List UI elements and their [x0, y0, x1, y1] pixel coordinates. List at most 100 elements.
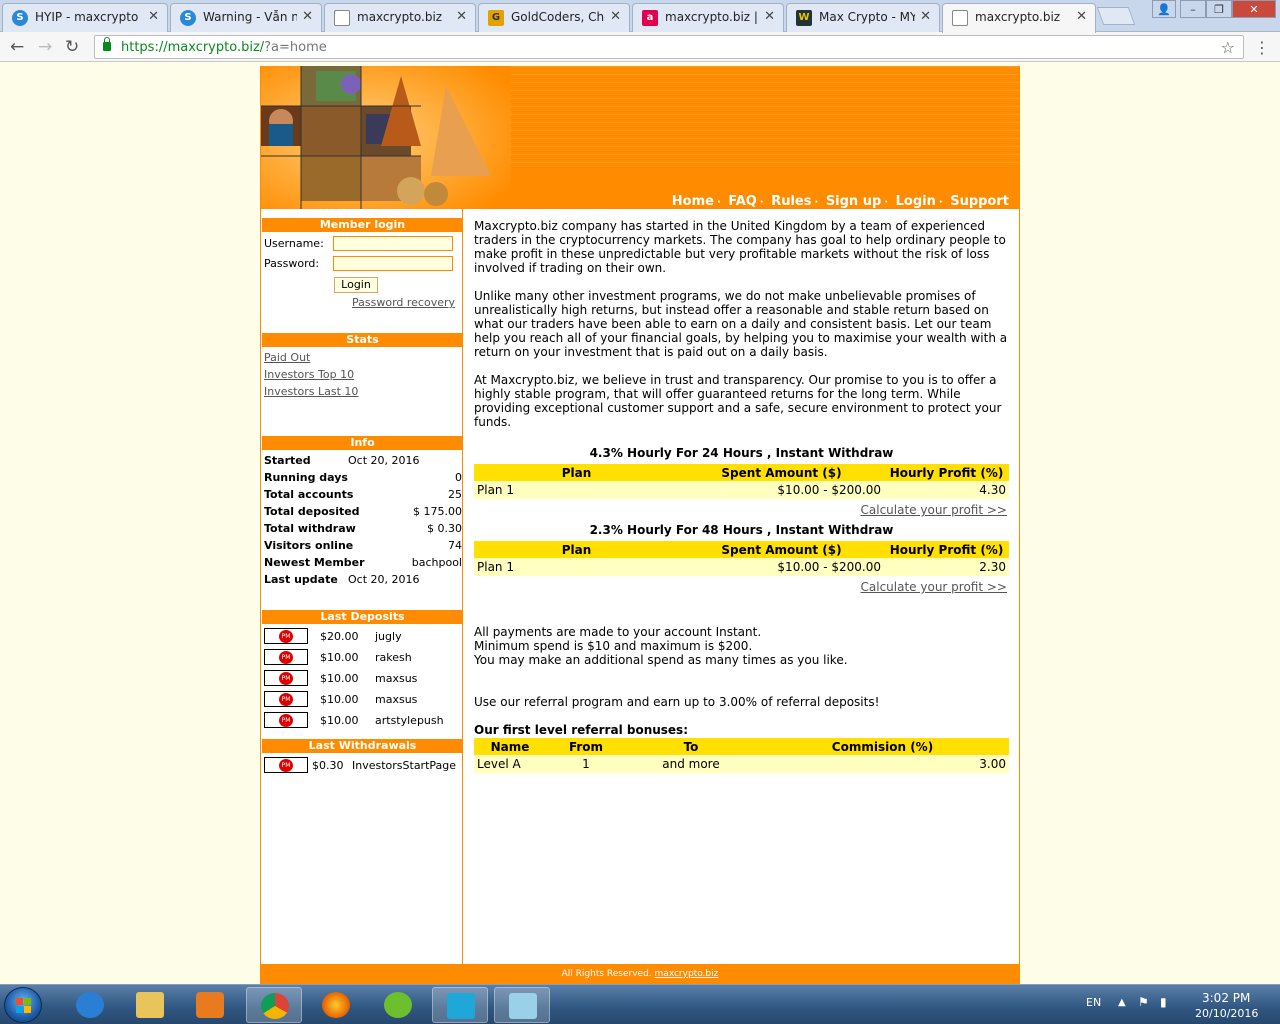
taskbar-kodi[interactable]: [432, 987, 488, 1023]
password-label: Password:: [264, 257, 320, 270]
start-button[interactable]: [4, 987, 42, 1023]
close-icon[interactable]: ✕: [610, 9, 621, 24]
table-row: Plan 1 $10.00 - $200.00 4.30: [474, 481, 1009, 499]
deposit-row: PM $10.00 maxsus: [264, 691, 462, 709]
password-input[interactable]: [333, 256, 453, 271]
notepad-icon: [509, 993, 537, 1019]
tab-title: Max Crypto - MYI: [819, 10, 915, 24]
w-icon: W: [796, 10, 812, 26]
login-button[interactable]: Login: [334, 277, 378, 293]
username-input[interactable]: [333, 236, 453, 251]
taskbar-app[interactable]: [370, 987, 426, 1023]
perfect-money-icon: PM: [264, 691, 308, 707]
taskbar-firefox[interactable]: [308, 987, 364, 1023]
reload-icon[interactable]: ↻: [65, 37, 79, 57]
page-icon: [952, 10, 968, 26]
taskbar-notepad[interactable]: [494, 987, 550, 1023]
intro-paragraph-1: Maxcrypto.biz company has started in the…: [474, 219, 1006, 275]
clock-date[interactable]: 20/10/2016: [1195, 1007, 1258, 1020]
bookmark-star-icon[interactable]: ☆: [1221, 38, 1235, 57]
taskbar-ie[interactable]: [62, 987, 118, 1023]
perfect-money-icon: PM: [264, 628, 308, 644]
clock-time[interactable]: 3:02 PM: [1202, 991, 1250, 1005]
skype-icon: S: [12, 10, 28, 26]
tab-maxcrypto-1[interactable]: maxcrypto.biz ✕: [324, 3, 476, 32]
address-bar[interactable]: https://maxcrypto.biz/?a=home ☆: [94, 35, 1244, 59]
intro-paragraph-3: At Maxcrypto.biz, we believe in trust an…: [474, 373, 1002, 429]
tab-title: maxcrypto.biz | M: [665, 10, 759, 24]
tab-hyip[interactable]: S HYIP - maxcrypto ✕: [2, 3, 168, 32]
chrome-icon: [261, 993, 289, 1019]
header-collage-image: [261, 66, 511, 209]
nav-support[interactable]: Support: [950, 194, 1009, 209]
referral-line: Use our referral program and earn up to …: [474, 695, 880, 709]
username-label: Username:: [264, 237, 324, 250]
deposit-row: PM $10.00 rakesh: [264, 649, 462, 667]
info-row-started: Started Oct 20, 2016: [264, 454, 420, 467]
tray-expand-icon[interactable]: ▲: [1118, 997, 1126, 1008]
nav-rules[interactable]: Rules: [771, 194, 811, 209]
taskbar-media-player[interactable]: [182, 987, 238, 1023]
menu-icon[interactable]: ⋮: [1254, 38, 1270, 57]
page-container: Home · FAQ · Rules · Sign up · Login · Suppor…: [260, 66, 1020, 984]
taskbar-explorer[interactable]: [122, 987, 178, 1023]
stats-heading: Stats: [262, 333, 463, 347]
tab-title: GoldCoders, Chec: [511, 10, 605, 24]
payment-line-1: All payments are made to your account In…: [474, 625, 762, 639]
tab-maxcrypto-2[interactable]: a maxcrypto.biz | M ✕: [632, 3, 784, 32]
skype-icon: S: [180, 10, 196, 26]
nav-home[interactable]: Home: [672, 194, 714, 209]
info-row-newest-member: Newest Member bachpool: [264, 556, 462, 569]
back-arrow-icon[interactable]: ←: [10, 37, 24, 57]
close-icon[interactable]: ✕: [456, 9, 467, 24]
taskbar-chrome[interactable]: [246, 987, 302, 1023]
forward-arrow-icon[interactable]: →: [38, 37, 52, 57]
language-indicator[interactable]: EN: [1086, 996, 1101, 1009]
new-tab-button[interactable]: [1096, 7, 1136, 25]
nav-faq[interactable]: FAQ: [728, 194, 757, 209]
nav-login[interactable]: Login: [896, 194, 936, 209]
info-row-visitors-online: Visitors online 74: [264, 539, 462, 552]
calculate-profit-link-2[interactable]: Calculate your profit >>: [861, 580, 1007, 594]
windows-taskbar: EN ▲ ⚑ ▮ 3:02 PM 20/10/2016: [0, 984, 1280, 1024]
action-center-icon[interactable]: ⚑: [1138, 995, 1149, 1009]
col-hourly-profit: Hourly Profit (%): [884, 541, 1009, 558]
profile-icon[interactable]: 👤: [1152, 0, 1176, 18]
footer-link[interactable]: maxcrypto.biz: [655, 969, 719, 979]
close-window-button[interactable]: ✕: [1232, 0, 1276, 18]
investors-last-10-link[interactable]: Investors Last 10: [264, 385, 358, 398]
network-icon[interactable]: ▮: [1160, 995, 1167, 1009]
calculate-profit-link-1[interactable]: Calculate your profit >>: [861, 503, 1007, 517]
table-header-row: Plan Spent Amount ($) Hourly Profit (%): [474, 541, 1009, 558]
close-icon[interactable]: ✕: [764, 9, 775, 24]
info-row-last-update: Last update Oct 20, 2016: [264, 573, 420, 586]
perfect-money-icon: PM: [264, 757, 308, 773]
close-icon[interactable]: ✕: [148, 9, 159, 24]
tab-goldcoders[interactable]: G GoldCoders, Chec ✕: [478, 3, 630, 32]
tab-maxcrypto-myi[interactable]: W Max Crypto - MYI ✕: [786, 3, 940, 32]
tab-warning[interactable]: S Warning - Vẫn nạp ✕: [170, 3, 322, 32]
restore-button[interactable]: ❐: [1206, 0, 1232, 18]
paid-out-link[interactable]: Paid Out: [264, 351, 310, 364]
tab-title: maxcrypto.biz: [975, 10, 1061, 24]
investors-top-10-link[interactable]: Investors Top 10: [264, 368, 354, 381]
close-icon[interactable]: ✕: [1076, 9, 1087, 24]
plan-1-title: 4.3% Hourly For 24 Hours , Instant Withd…: [589, 446, 894, 460]
tab-title: HYIP - maxcrypto: [35, 10, 139, 24]
footer-text: All Rights Reserved.: [561, 969, 652, 979]
info-heading: Info: [262, 436, 463, 450]
minimize-button[interactable]: –: [1180, 0, 1206, 18]
table-row: Plan 1 $10.00 - $200.00 2.30: [474, 558, 1009, 576]
close-icon[interactable]: ✕: [920, 9, 931, 24]
nav-signup[interactable]: Sign up: [826, 194, 881, 209]
close-icon[interactable]: ✕: [302, 9, 313, 24]
internet-explorer-icon: [76, 992, 104, 1018]
table-header-row: Name From To Commision (%): [474, 738, 1009, 755]
tab-title: Warning - Vẫn nạp: [203, 10, 297, 24]
kodi-icon: [447, 993, 475, 1019]
referral-title: Our first level referral bonuses:: [474, 723, 688, 737]
tab-maxcrypto-active[interactable]: maxcrypto.biz ✕: [942, 3, 1096, 33]
password-recovery-link[interactable]: Password recovery: [352, 296, 455, 309]
withdrawal-row: PM $0.30 InvestorsStartPage: [264, 757, 462, 775]
member-login-heading: Member login: [262, 218, 463, 232]
